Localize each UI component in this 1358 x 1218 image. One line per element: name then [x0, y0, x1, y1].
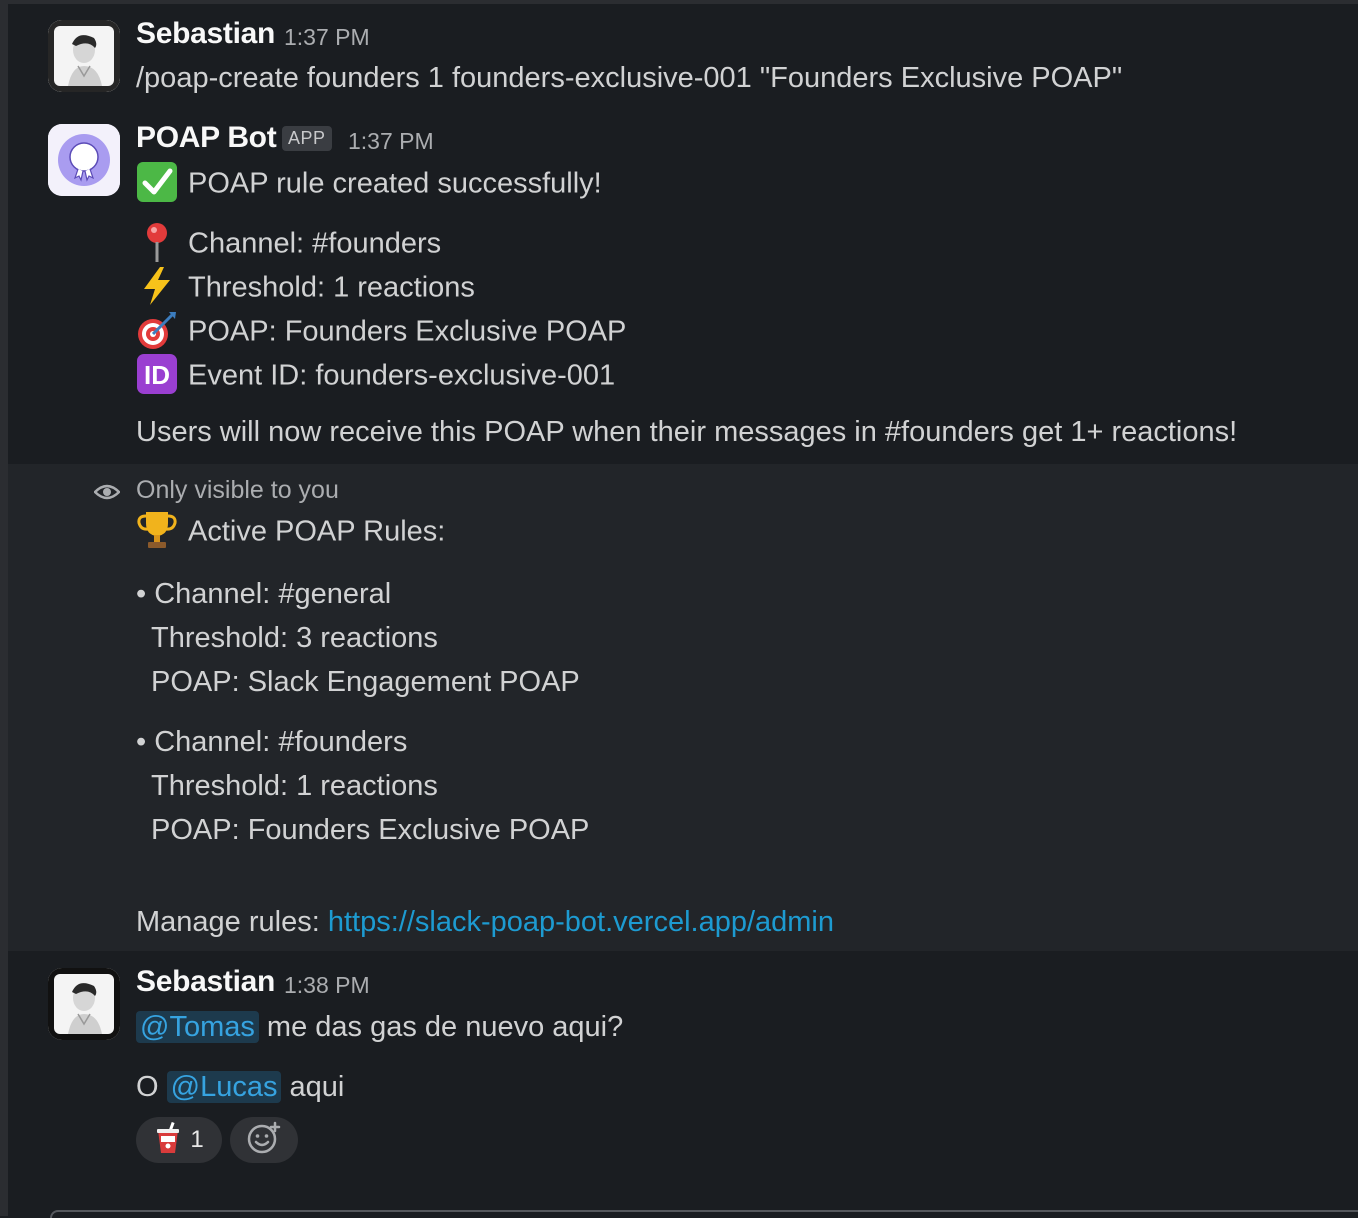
detail-channel: Channel: #founders	[136, 221, 442, 266]
message-pane: Sebastian 1:37 PM /poap-create founders …	[0, 0, 1358, 1218]
white-check-mark-icon	[136, 161, 178, 203]
message-text: /poap-create founders 1 founders-exclusi…	[136, 62, 1123, 94]
rule-2-threshold: Threshold: 1 reactions	[151, 770, 438, 802]
detail-poap-text: POAP: Founders Exclusive POAP	[188, 315, 627, 348]
success-text: POAP rule created successfully!	[188, 167, 602, 200]
message-sebastian-mention[interactable]: Sebastian 1:38 PM @Tomas me das gas de n…	[8, 951, 1358, 1181]
detail-channel-text: Channel: #founders	[188, 227, 442, 260]
rule-2-channel: • Channel: #founders	[136, 726, 408, 758]
round-pushpin-icon	[136, 221, 178, 263]
success-line: POAP rule created successfully!	[136, 161, 602, 206]
rule-2-poap: POAP: Founders Exclusive POAP	[151, 814, 590, 846]
cup-with-straw-icon	[154, 1121, 182, 1159]
zap-icon	[136, 265, 178, 307]
avatar-sebastian[interactable]	[48, 20, 120, 92]
timestamp[interactable]: 1:37 PM	[348, 128, 434, 155]
message-line-1-text: me das gas de nuevo aqui?	[266, 1011, 624, 1043]
message-line-1: @Tomas me das gas de nuevo aqui?	[136, 1011, 623, 1044]
bot-footer-text: Users will now receive this POAP when th…	[136, 416, 1238, 448]
id-icon: ID	[136, 353, 178, 395]
detail-event: ID Event ID: founders-exclusive-001	[136, 353, 616, 398]
svg-text:ID: ID	[144, 360, 170, 390]
app-badge: APP	[282, 126, 332, 151]
rules-title: Active POAP Rules:	[136, 512, 445, 554]
add-reaction-button[interactable]	[230, 1117, 298, 1163]
sender-name[interactable]: Sebastian	[136, 965, 275, 999]
add-reaction-icon	[247, 1121, 281, 1160]
direct-hit-icon	[136, 309, 178, 351]
visibility-note: Only visible to you	[136, 476, 339, 504]
mention-lucas[interactable]: @Lucas	[166, 1071, 282, 1103]
message-sebastian-command[interactable]: Sebastian 1:37 PM /poap-create founders …	[8, 0, 1358, 108]
left-divider	[0, 0, 8, 1216]
message-line-2-text: aqui	[289, 1071, 345, 1103]
reaction-count: 1	[190, 1126, 204, 1153]
timestamp[interactable]: 1:37 PM	[284, 24, 370, 51]
rule-1-threshold: Threshold: 3 reactions	[151, 622, 438, 654]
detail-event-text: Event ID: founders-exclusive-001	[188, 359, 616, 392]
detail-threshold: Threshold: 1 reactions	[136, 265, 475, 310]
rule-1-channel: • Channel: #general	[136, 578, 392, 610]
manage-rules-line: Manage rules: https://slack-poap-bot.ver…	[136, 906, 834, 939]
detail-threshold-text: Threshold: 1 reactions	[188, 271, 475, 304]
sender-name[interactable]: POAP Bot	[136, 121, 277, 155]
ephemeral-message[interactable]: Only visible to you Active POAP Rules: •…	[8, 464, 1358, 951]
sender-name[interactable]: Sebastian	[136, 17, 275, 51]
rule-1-poap: POAP: Slack Engagement POAP	[151, 666, 580, 698]
admin-link[interactable]: https://slack-poap-bot.vercel.app/admin	[328, 906, 834, 938]
rules-title-text: Active POAP Rules:	[188, 515, 446, 548]
timestamp[interactable]: 1:38 PM	[284, 972, 370, 999]
ribbon-badge-icon	[48, 124, 120, 196]
avatar-sebastian[interactable]	[48, 968, 120, 1040]
mention-tomas[interactable]: @Tomas	[136, 1011, 259, 1043]
composer-edge	[50, 1210, 1358, 1218]
avatar-poap-bot[interactable]	[48, 124, 120, 196]
trophy-icon	[136, 509, 178, 551]
eye-icon	[93, 482, 121, 507]
message-line-2-prefix: O	[136, 1071, 159, 1103]
message-poap-bot[interactable]: POAP Bot APP 1:37 PM POAP rule created s…	[8, 108, 1358, 464]
message-line-2: O @Lucas aqui	[136, 1071, 344, 1104]
detail-poap: POAP: Founders Exclusive POAP	[136, 312, 626, 354]
manage-rules-label: Manage rules:	[136, 906, 320, 938]
reaction-pill[interactable]: 1	[136, 1117, 222, 1163]
